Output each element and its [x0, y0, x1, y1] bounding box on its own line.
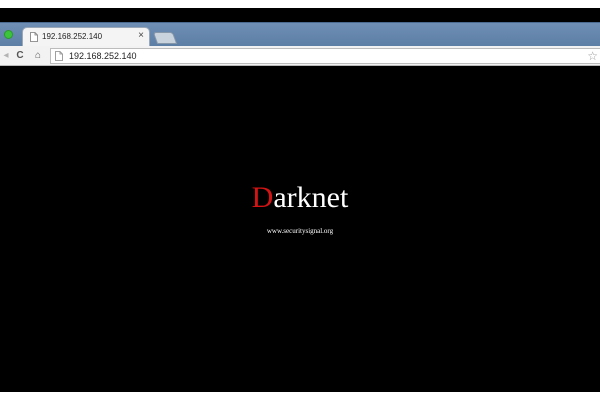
browser-tab-strip: 192.168.252.140 × [0, 22, 600, 47]
page-title: Darknet [0, 180, 600, 216]
page-title-first-letter: D [251, 181, 274, 214]
close-tab-icon[interactable]: × [138, 30, 144, 42]
address-bar[interactable]: 192.168.252.140 ☆ [50, 48, 600, 64]
page-icon [30, 32, 38, 42]
os-menu-strip [0, 8, 600, 22]
bottom-margin [0, 392, 600, 400]
site-url-text: www.securitysignal.org [266, 227, 334, 235]
address-url[interactable]: 192.168.252.140 [69, 50, 137, 62]
new-tab-button[interactable] [152, 32, 178, 44]
browser-toolbar: ◂ C ⌂ 192.168.252.140 ☆ [0, 46, 600, 66]
tab-title: 192.168.252.140 [42, 32, 103, 41]
reload-icon[interactable]: C [14, 49, 26, 63]
window-zoom-button[interactable] [4, 30, 13, 39]
page-title-rest: arknet [273, 181, 349, 214]
page-icon [55, 51, 63, 61]
page-viewport: Darknet www.securitysignal.org [0, 66, 600, 392]
top-margin [0, 0, 600, 8]
bookmark-star-icon[interactable]: ☆ [587, 49, 598, 63]
browser-tab[interactable]: 192.168.252.140 × [22, 27, 150, 47]
home-icon[interactable]: ⌂ [32, 49, 44, 63]
back-icon[interactable]: ◂ [0, 49, 12, 63]
